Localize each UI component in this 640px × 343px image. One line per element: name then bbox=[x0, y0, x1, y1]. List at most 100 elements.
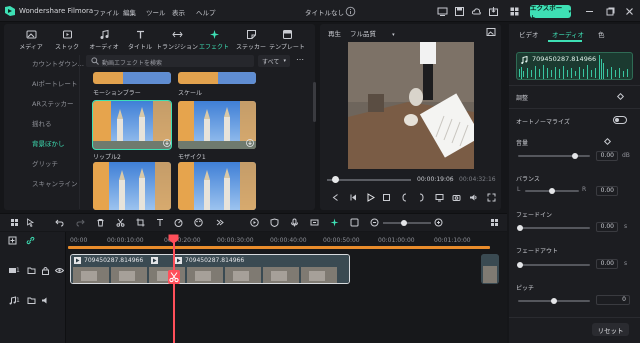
info-icon[interactable] bbox=[345, 6, 356, 17]
text-tool-icon[interactable] bbox=[156, 218, 165, 227]
category-item[interactable]: カウントダウン… bbox=[32, 58, 84, 68]
timeline-grid-icon[interactable] bbox=[490, 218, 499, 227]
redo-icon[interactable] bbox=[76, 218, 85, 227]
effect-thumb[interactable] bbox=[93, 162, 171, 210]
menu-tools[interactable]: ツール bbox=[146, 7, 166, 17]
fade-in-value-input[interactable]: 0.00 bbox=[596, 222, 618, 232]
delete-icon[interactable] bbox=[96, 218, 105, 227]
balance-value-input[interactable]: 0.00 bbox=[596, 186, 618, 196]
category-item[interactable]: AIポートレート bbox=[32, 78, 77, 88]
step-back-icon[interactable] bbox=[331, 193, 340, 202]
render-play-icon[interactable] bbox=[250, 218, 259, 227]
menu-view[interactable]: 表示 bbox=[172, 7, 185, 17]
camera-snapshot-icon[interactable] bbox=[452, 193, 461, 202]
tab-template[interactable]: テンプレート bbox=[268, 26, 306, 54]
balance-slider-handle[interactable] bbox=[549, 188, 555, 194]
tab-title[interactable]: タイトル bbox=[121, 26, 159, 54]
scrubber-handle[interactable] bbox=[332, 176, 339, 183]
effect-thumb-mosaic1[interactable] bbox=[178, 101, 256, 149]
category-item-active[interactable]: 背景ぼかし bbox=[32, 138, 65, 148]
tab-sticker[interactable]: ステッカー bbox=[232, 26, 270, 54]
tab-audio[interactable]: オーディオ bbox=[85, 26, 123, 54]
fade-out-value-input[interactable]: 0.00 bbox=[596, 259, 618, 269]
zoom-in-icon[interactable] bbox=[434, 218, 443, 227]
cloud-upload-icon[interactable] bbox=[471, 6, 482, 17]
link-icon[interactable] bbox=[26, 236, 35, 245]
more-tools-icon[interactable] bbox=[215, 218, 224, 227]
timeline-video-clip[interactable]: 709450287.814966 709450287.814966 bbox=[70, 254, 350, 284]
effect-thumb[interactable] bbox=[178, 162, 256, 210]
speed-icon[interactable] bbox=[174, 218, 183, 227]
tab-transition[interactable]: トランジション bbox=[156, 26, 198, 54]
filter-dropdown[interactable]: すべて ▾ bbox=[258, 55, 290, 67]
ripple-edit-icon[interactable] bbox=[350, 218, 359, 227]
category-item[interactable]: グリッチ bbox=[32, 158, 58, 168]
tab-video[interactable]: ビデオ bbox=[519, 29, 539, 39]
timeline-video-clip[interactable] bbox=[481, 254, 499, 284]
volume-slider-handle[interactable] bbox=[572, 153, 578, 159]
playhead-handle[interactable] bbox=[168, 234, 179, 244]
snapshot-image-icon[interactable] bbox=[486, 27, 496, 37]
minimize-icon[interactable] bbox=[584, 6, 595, 17]
fade-in-slider[interactable] bbox=[518, 227, 590, 229]
export-button[interactable]: エクスポート ▾ bbox=[530, 4, 571, 22]
fade-out-slider-handle[interactable] bbox=[517, 262, 523, 268]
mark-in-icon[interactable] bbox=[400, 193, 409, 202]
import-icon[interactable] bbox=[488, 6, 499, 17]
shield-icon[interactable] bbox=[270, 218, 279, 227]
fade-in-slider-handle[interactable] bbox=[517, 225, 523, 231]
menu-edit[interactable]: 編集 bbox=[123, 7, 136, 17]
auto-normalize-toggle[interactable] bbox=[613, 116, 627, 124]
download-icon[interactable] bbox=[163, 139, 171, 147]
audio-track-icon[interactable] bbox=[310, 218, 319, 227]
select-pointer-icon[interactable] bbox=[26, 218, 35, 227]
zoom-slider-handle[interactable] bbox=[401, 220, 407, 226]
stop-icon[interactable] bbox=[382, 193, 391, 202]
scissors-icon[interactable] bbox=[116, 218, 125, 227]
save-icon[interactable] bbox=[454, 6, 465, 17]
preview-scrubber[interactable] bbox=[327, 179, 411, 181]
lock-icon[interactable] bbox=[41, 266, 50, 275]
zoom-slider[interactable] bbox=[383, 222, 431, 224]
pitch-value-input[interactable]: 0 bbox=[596, 295, 630, 305]
folder-icon[interactable] bbox=[27, 266, 36, 275]
tab-effect[interactable]: エフェクト bbox=[195, 26, 233, 54]
color-palette-icon[interactable] bbox=[194, 218, 203, 227]
menu-file[interactable]: ファイル bbox=[93, 7, 119, 17]
tab-color[interactable]: 色 bbox=[598, 29, 605, 39]
effect-thumb-motion-blur[interactable] bbox=[93, 72, 171, 84]
volume-icon[interactable] bbox=[469, 193, 478, 202]
tab-stock[interactable]: ストック bbox=[48, 26, 86, 54]
volume-slider[interactable] bbox=[518, 155, 590, 157]
monitor-icon[interactable] bbox=[437, 6, 448, 17]
speaker-icon[interactable] bbox=[41, 296, 50, 305]
volume-value-input[interactable]: 0.00 bbox=[596, 151, 618, 161]
split-scissors-icon[interactable] bbox=[168, 270, 180, 284]
pitch-slider-handle[interactable] bbox=[551, 298, 557, 304]
eye-icon[interactable] bbox=[55, 266, 64, 275]
playhead[interactable] bbox=[173, 236, 175, 343]
tab-audio-props[interactable]: オーディオ bbox=[552, 29, 584, 39]
category-item[interactable]: スキャンライン bbox=[32, 178, 78, 188]
layout-grid-icon[interactable] bbox=[10, 218, 19, 227]
crop-icon[interactable] bbox=[136, 218, 145, 227]
effect-thumb-scale[interactable] bbox=[178, 72, 256, 84]
display-settings-icon[interactable] bbox=[435, 193, 444, 202]
fade-out-slider[interactable] bbox=[518, 264, 590, 266]
category-item[interactable]: ARステッカー bbox=[32, 98, 73, 108]
prev-frame-icon[interactable] bbox=[349, 193, 358, 202]
media-scrollbar[interactable] bbox=[313, 82, 316, 122]
reset-button[interactable]: リセット bbox=[592, 323, 629, 336]
grid-icon[interactable] bbox=[509, 6, 520, 17]
undo-icon[interactable] bbox=[55, 218, 64, 227]
tab-media[interactable]: メディア bbox=[12, 26, 50, 54]
effect-search-input[interactable]: 動画エフェクトを検索 bbox=[86, 55, 254, 67]
category-item[interactable]: 揺れる bbox=[32, 118, 52, 128]
preview-quality-dropdown[interactable]: フル品質 ▾ bbox=[350, 28, 395, 38]
maximize-icon[interactable] bbox=[605, 6, 616, 17]
fullscreen-icon[interactable] bbox=[487, 193, 496, 202]
more-options-icon[interactable]: ⋯ bbox=[295, 55, 305, 67]
zoom-out-icon[interactable] bbox=[370, 218, 379, 227]
close-icon[interactable] bbox=[624, 6, 635, 17]
folder-icon[interactable] bbox=[27, 296, 36, 305]
